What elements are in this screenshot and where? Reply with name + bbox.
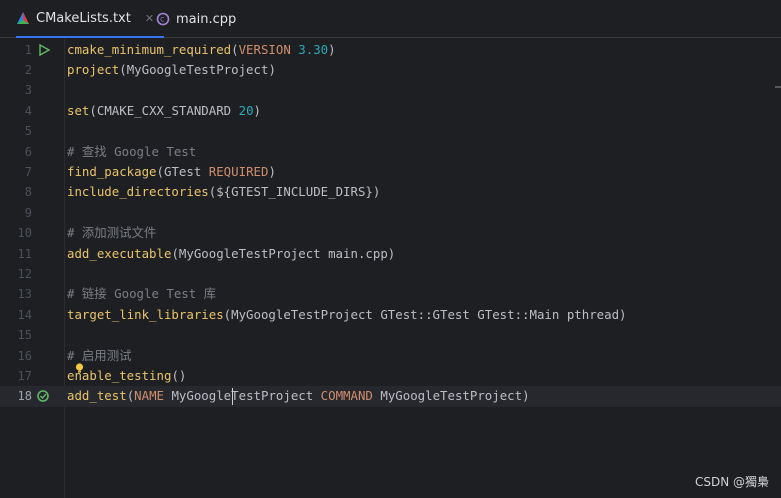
line-number: 13 [17, 287, 32, 302]
text-caret [232, 387, 233, 405]
line-number: 15 [17, 328, 32, 343]
code-text: cmake_minimum_required(VERSION 3.30) [67, 41, 336, 57]
line-number: 17 [17, 368, 32, 383]
code-line[interactable]: 1 cmake_minimum_required(VERSION 3.30) [0, 40, 781, 60]
code-line[interactable]: 18 add_test(NAME MyGoogleTestProject COMM… [0, 386, 781, 407]
line-number: 1 [24, 42, 32, 57]
code-line[interactable]: 14 target_link_libraries(MyGoogleTestProj… [0, 305, 781, 325]
code-line[interactable]: 6 # 查找 Google Test [0, 142, 781, 162]
code-text: target_link_libraries(MyGoogleTestProjec… [67, 306, 627, 322]
lightbulb-icon[interactable] [75, 363, 84, 374]
code-text: # 链接 Google Test 库 [67, 286, 217, 302]
line-number: 16 [17, 348, 32, 363]
code-line[interactable]: 5 [0, 121, 781, 141]
line-number: 5 [24, 124, 32, 139]
code-line[interactable]: 15 [0, 325, 781, 345]
editor-tab-bar: CMakeLists.txt ✕ C main.cpp [0, 0, 781, 38]
line-number: 18 [17, 389, 32, 404]
code-line[interactable]: 17 enable_testing() [0, 363, 781, 386]
code-text: find_package(GTest REQUIRED) [67, 163, 276, 179]
code-line[interactable]: 2 project(MyGoogleTestProject) [0, 60, 781, 80]
code-line[interactable]: 16 # 启用测试 [0, 346, 781, 366]
tab-label: main.cpp [176, 11, 237, 27]
line-number: 9 [24, 205, 32, 220]
code-text: add_test(NAME MyGoogleTestProject COMMAN… [67, 388, 530, 404]
code-line[interactable]: 10 # 添加测试文件 [0, 223, 781, 243]
code-editor[interactable]: 1 cmake_minimum_required(VERSION 3.30) 2 pr… [0, 39, 781, 498]
line-number: 11 [17, 246, 32, 261]
line-number: 7 [24, 164, 32, 179]
line-number: 12 [17, 266, 32, 281]
watermark: CSDN @獨梟 [694, 475, 769, 489]
line-number: 2 [24, 62, 32, 77]
cpp-file-icon: C [156, 12, 170, 26]
code-line[interactable]: 4 set(CMAKE_CXX_STANDARD 20) [0, 101, 781, 121]
code-line[interactable]: 9 [0, 203, 781, 223]
tab-main-cpp[interactable]: C main.cpp [156, 0, 236, 38]
line-number: 8 [24, 185, 32, 200]
run-icon[interactable] [37, 43, 51, 57]
code-text: # 查找 Google Test [67, 143, 197, 159]
code-text: # 添加测试文件 [67, 225, 157, 241]
code-line[interactable]: 3 [0, 80, 781, 100]
code-text: enable_testing() [67, 367, 187, 383]
scrollbar-marker[interactable] [775, 86, 781, 88]
cmake-icon [17, 12, 29, 24]
line-number: 4 [24, 103, 32, 118]
line-number: 14 [17, 307, 32, 322]
code-text: project(MyGoogleTestProject) [67, 61, 276, 77]
tab-label: CMakeLists.txt [36, 10, 131, 26]
code-line[interactable]: 11 add_executable(MyGoogleTestProject mai… [0, 244, 781, 264]
code-line[interactable]: 7 find_package(GTest REQUIRED) [0, 162, 781, 182]
tab-cmakelists[interactable]: CMakeLists.txt ✕ [16, 0, 165, 38]
line-number: 3 [24, 83, 32, 98]
code-line[interactable]: 12 [0, 264, 781, 284]
code-text: add_executable(MyGoogleTestProject main.… [67, 245, 396, 261]
code-text: set(CMAKE_CXX_STANDARD 20) [67, 102, 261, 118]
code-line[interactable]: 8 include_directories(${GTEST_INCLUDE_DIR… [0, 182, 781, 202]
code-line[interactable]: 13 # 链接 Google Test 库 [0, 284, 781, 304]
svg-text:C: C [160, 17, 164, 24]
code-text: include_directories(${GTEST_INCLUDE_DIRS… [67, 184, 381, 200]
line-number: 10 [17, 226, 32, 241]
line-number: 6 [24, 144, 32, 159]
test-run-icon[interactable] [36, 389, 50, 403]
close-icon[interactable]: ✕ [145, 12, 154, 25]
